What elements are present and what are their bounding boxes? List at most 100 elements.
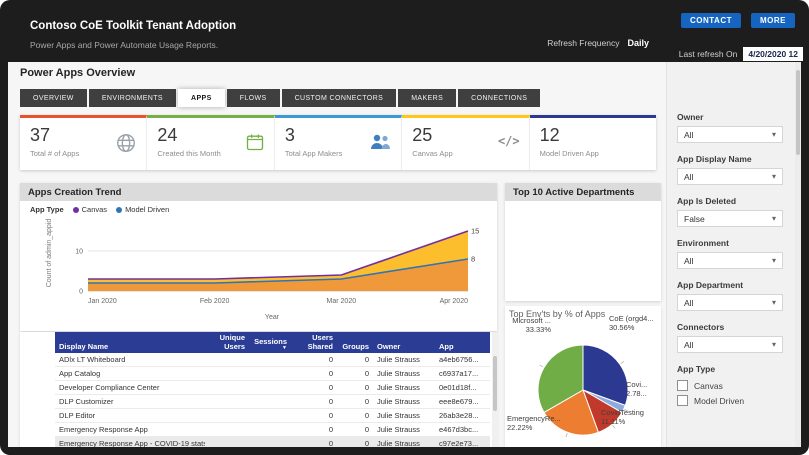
kpi-card-model-driven-app: 12 Model Driven App xyxy=(529,115,657,170)
scrollbar-thumb[interactable] xyxy=(796,70,800,155)
table-row[interactable]: Emergency Response App - COVID-19 stats 0… xyxy=(55,436,490,447)
column-header-owner[interactable]: Owner xyxy=(373,332,435,354)
column-header-sessions[interactable]: Sessions ▼ xyxy=(249,332,291,354)
table-cell: Julie Strauss xyxy=(373,366,435,382)
tab-environments[interactable]: ENVIRONMENTS xyxy=(88,89,177,107)
table-row[interactable]: Emergency Response App 0 0 Julie Strauss e46… xyxy=(55,422,490,438)
last-refresh-label: Last refresh On xyxy=(678,49,738,59)
pie-label-microsoft: Microsoft ... 33.33% xyxy=(505,316,551,334)
last-refresh: Last refresh On 4/20/2020 12 xyxy=(679,47,803,61)
apps-table-container: Display Name Unique Users Sessions ▼ Users S… xyxy=(55,332,490,447)
column-header-app[interactable]: App xyxy=(435,332,490,354)
table-cell: 0 xyxy=(291,408,337,424)
table-cell: 0 xyxy=(337,436,373,447)
table-cell: c97e2e73... xyxy=(435,436,490,447)
active-departments-panel: Top 10 Active Departments xyxy=(505,183,661,301)
filter-checkbox-model-driven[interactable]: Model Driven xyxy=(677,393,783,408)
panel-title: Top 10 Active Departments xyxy=(505,183,661,201)
filter-label: App Department xyxy=(677,280,744,290)
trend-area-chart: 0 10 15 8 Jan 2020 Feb 2020 Mar 2020 Apr 2020 xyxy=(75,227,479,306)
filter-label: App Display Name xyxy=(677,154,752,164)
table-row[interactable]: DLP Customizer 0 0 Julie Strauss eee8e679... xyxy=(55,394,490,410)
scrollbar-thumb[interactable] xyxy=(493,356,497,411)
table-row[interactable]: ADlx LT Whiteboard 0 0 Julie Strauss a4eb675… xyxy=(55,353,490,368)
filter-dropdown-app-is-deleted[interactable]: False ▾ xyxy=(677,210,783,227)
table-cell: Julie Strauss xyxy=(373,353,435,368)
table-cell: 0 xyxy=(337,366,373,382)
filter-checkbox-canvas[interactable]: Canvas xyxy=(677,378,783,393)
kpi-card-canvas-app: 25 Canvas App </> xyxy=(402,115,530,170)
pie-label-name: CovidTesting xyxy=(601,408,644,417)
table-cell: 0 xyxy=(337,353,373,368)
refresh-frequency-label: Refresh Frequency xyxy=(547,38,620,48)
table-scrollbar[interactable] xyxy=(492,332,498,447)
chevron-down-icon: ▾ xyxy=(771,256,776,265)
pie-label-name: CoE (orgd4... xyxy=(609,314,654,323)
svg-text:0: 0 xyxy=(79,289,83,296)
chevron-down-icon: ▾ xyxy=(771,298,776,307)
tab-makers[interactable]: MAKERS xyxy=(398,89,457,107)
svg-text:8: 8 xyxy=(471,255,475,264)
checkbox-icon xyxy=(677,395,688,406)
table-cell xyxy=(205,380,249,396)
tab-overview[interactable]: OVERVIEW xyxy=(20,89,87,107)
table-cell: Emergency Response App xyxy=(55,422,205,438)
table-cell: 0 xyxy=(337,394,373,410)
svg-text:15: 15 xyxy=(471,227,479,236)
filter-dropdown-app-department[interactable]: All ▾ xyxy=(677,294,783,311)
chevron-down-icon: ▾ xyxy=(771,340,776,349)
column-header-groups[interactable]: Groups xyxy=(337,332,373,354)
table-cell xyxy=(249,422,291,438)
tab-custom-connectors[interactable]: CUSTOM CONNECTORS xyxy=(281,89,397,107)
filter-value: All xyxy=(684,339,694,350)
checkbox-label: Model Driven xyxy=(694,395,745,406)
table-row[interactable]: App Catalog 0 0 Julie Strauss c6937a17... xyxy=(55,366,490,382)
apps-table: Display Name Unique Users Sessions ▼ Users S… xyxy=(55,332,490,447)
legend-label: Canvas xyxy=(81,205,108,214)
filter-dropdown-app-display-name[interactable]: All ▾ xyxy=(677,168,783,185)
table-cell: DLP Editor xyxy=(55,408,205,424)
table-cell xyxy=(249,436,291,447)
pie-label-name: Covi... xyxy=(626,380,648,389)
pie-label-covi: Covi... 2.78... xyxy=(626,380,660,398)
chevron-down-icon: ▾ xyxy=(771,172,776,181)
app-title: Contoso CoE Toolkit Tenant Adoption xyxy=(30,20,237,32)
table-cell: ADlx LT Whiteboard xyxy=(55,353,205,368)
table-cell xyxy=(205,408,249,424)
tab-flows[interactable]: FLOWS xyxy=(226,89,280,107)
column-header-users-shared[interactable]: Users Shared xyxy=(291,332,337,354)
pie-label-pct: 30.56% xyxy=(609,323,635,332)
table-row[interactable]: DLP Editor 0 0 Julie Strauss 26ab3e28... xyxy=(55,408,490,424)
tab-connections[interactable]: CONNECTIONS xyxy=(458,89,541,107)
svg-text:Jan 2020: Jan 2020 xyxy=(88,298,117,305)
table-cell: 26ab3e28... xyxy=(435,408,490,424)
filter-dropdown-environment[interactable]: All ▾ xyxy=(677,252,783,269)
kpi-value: 12 xyxy=(539,125,560,145)
column-header-display-name[interactable]: Display Name xyxy=(55,332,205,354)
kpi-strip: 37 Total # of Apps 24 Created this Month 3 To… xyxy=(20,115,657,170)
tab-apps[interactable]: APPS xyxy=(178,89,225,107)
filter-value: All xyxy=(684,297,694,308)
vertical-scrollbar[interactable] xyxy=(795,62,801,447)
filter-group-app-department: App Department All ▾ xyxy=(677,280,783,311)
kpi-card-total-of-apps: 37 Total # of Apps xyxy=(20,115,148,170)
pie-label-pct: 22.22% xyxy=(507,423,533,432)
filter-dropdown-owner[interactable]: All ▾ xyxy=(677,126,783,143)
app-window: CONTACT MORE Contoso CoE Toolkit Tenant … xyxy=(0,0,809,455)
column-header-unique-users[interactable]: Unique Users xyxy=(205,332,249,354)
pie-label-pct: 2.78... xyxy=(626,389,647,398)
table-row[interactable]: Developer Compliance Center 0 0 Julie Strau… xyxy=(55,380,490,396)
filter-dropdown-connectors[interactable]: All ▾ xyxy=(677,336,783,353)
more-link[interactable]: MORE xyxy=(751,13,795,28)
chevron-down-icon: ▾ xyxy=(771,214,776,223)
filter-label: Owner xyxy=(677,112,704,122)
contact-link[interactable]: CONTACT xyxy=(680,13,741,28)
table-cell: Julie Strauss xyxy=(373,436,435,447)
table-cell: c6937a17... xyxy=(435,366,490,382)
filter-pane: Owner All ▾ App Display Name All ▾ App Is Dele… xyxy=(666,62,795,447)
kpi-label: Model Driven App xyxy=(539,149,599,158)
topbar: CONTACT MORE xyxy=(680,13,795,28)
people-icon xyxy=(368,132,392,157)
globe-icon xyxy=(115,132,137,159)
table-cell: 0 xyxy=(291,422,337,438)
